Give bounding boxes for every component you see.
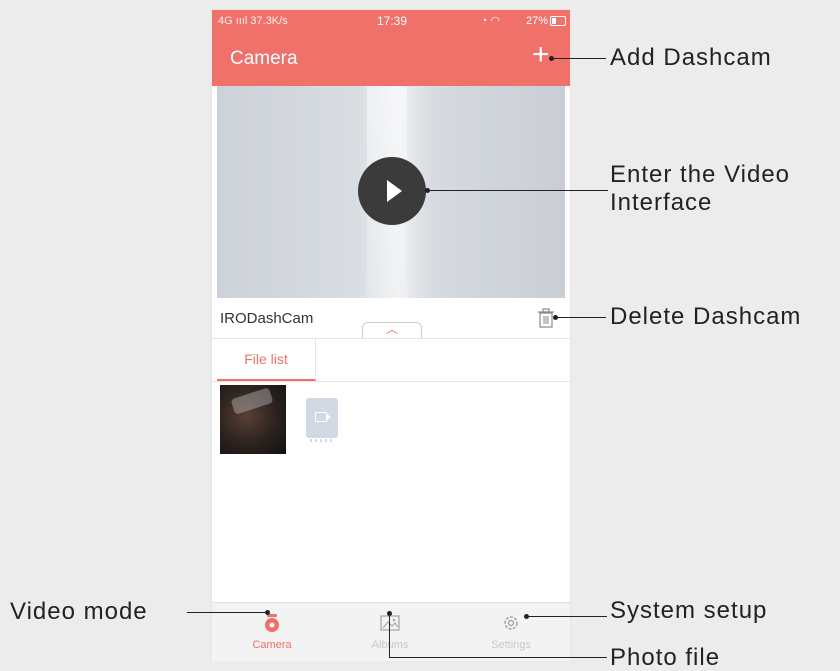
callout-line xyxy=(527,616,607,617)
albums-icon xyxy=(380,615,400,631)
play-icon xyxy=(387,180,402,202)
callout-dot xyxy=(265,610,270,615)
device-bar: IRODashCam ︿ xyxy=(212,298,570,339)
video-thumbnail[interactable] xyxy=(220,385,286,454)
thumbnail-highlight xyxy=(230,387,274,415)
add-dashcam-button[interactable]: + xyxy=(532,40,550,70)
callout-line xyxy=(187,612,267,613)
callout-system-setup: System setup xyxy=(610,597,768,624)
play-button[interactable] xyxy=(358,157,426,225)
nav-albums-label: Albums xyxy=(371,639,409,651)
tab-file-list[interactable]: File list xyxy=(217,339,316,381)
nav-settings[interactable]: Settings xyxy=(461,603,561,661)
callout-photo-file: Photo file xyxy=(610,644,721,671)
file-icon-perforation xyxy=(310,439,334,442)
callout-video-mode: Video mode xyxy=(10,598,148,625)
device-name: IRODashCam xyxy=(220,310,314,327)
alarm-icon: ◔ ◠ xyxy=(480,15,500,27)
callout-line xyxy=(428,190,608,191)
video-file-icon[interactable] xyxy=(306,398,338,442)
battery-percent: 27% xyxy=(525,15,548,27)
callout-enter-video-line1: Enter the Video xyxy=(610,161,791,188)
nav-camera-label: Camera xyxy=(252,639,292,651)
camera-icon xyxy=(265,614,279,632)
phone-screen: 4G ıııl 37.3K/s 17:39 ◔ ◠ 27% Camera + I… xyxy=(212,10,570,661)
tab-bar: File list xyxy=(212,338,570,382)
page-title: Camera xyxy=(230,48,298,69)
status-bar: 4G ıııl 37.3K/s 17:39 ◔ ◠ 27% xyxy=(212,10,570,32)
callout-add-dashcam: Add Dashcam xyxy=(610,44,772,71)
callout-line xyxy=(389,657,607,658)
video-preview[interactable] xyxy=(217,86,565,298)
chevron-up-icon: ︿ xyxy=(385,322,398,336)
status-time: 17:39 xyxy=(377,14,408,28)
camcorder-icon xyxy=(315,412,331,422)
callout-delete-dashcam: Delete Dashcam xyxy=(610,303,802,330)
callout-line xyxy=(389,614,390,657)
settings-icon xyxy=(504,616,518,630)
callout-enter-video-line2: Interface xyxy=(610,189,713,216)
app-bar: Camera + xyxy=(212,32,570,86)
callout-line xyxy=(556,317,606,318)
collapse-toggle[interactable]: ︿ xyxy=(362,322,422,339)
signal-indicator: 4G ıııl 37.3K/s xyxy=(218,15,288,27)
nav-settings-label: Settings xyxy=(491,639,531,651)
battery-icon xyxy=(550,16,566,26)
callout-line xyxy=(552,58,606,59)
